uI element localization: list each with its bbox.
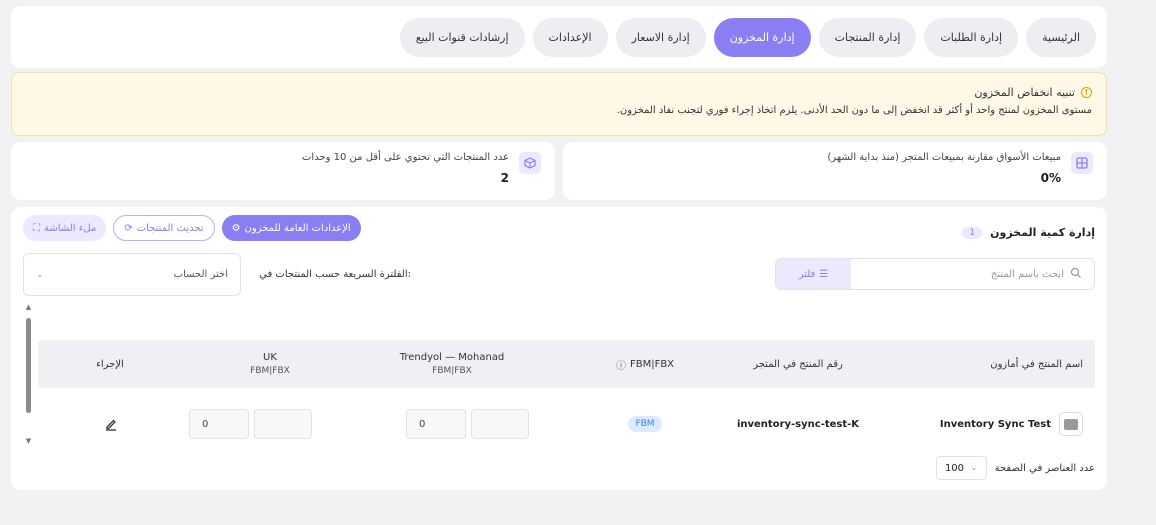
info-icon: ⓘ [615, 360, 626, 372]
filter-label: فلتر [798, 268, 816, 280]
col-action: الإجراء [96, 358, 124, 370]
fullscreen-button[interactable]: ⛶ ملء الشاشة [23, 215, 107, 241]
uk-fbm-qty-input[interactable]: 0 [189, 409, 249, 439]
tab-settings[interactable]: الإعدادات [532, 18, 608, 57]
fulfillment-badge: FBM [628, 416, 662, 432]
product-image [1059, 412, 1083, 436]
tab-orders[interactable]: إدارة الطلبات [924, 18, 1019, 57]
product-cell: Inventory Sync Test [940, 403, 1083, 445]
grid-icon [1071, 152, 1093, 174]
tab-home[interactable]: الرئيسية [1026, 18, 1096, 57]
search-icon [1070, 267, 1081, 278]
account-select[interactable]: اختر الحساب ⌄ [23, 253, 241, 296]
account-select-value: اختر الحساب [173, 269, 228, 280]
stat-card-low-stock: عدد المنتجات التي تحتوي على أقل من 10 وح… [11, 142, 555, 200]
page-size-value: 100 [944, 462, 965, 474]
filter-button[interactable]: ☰ فلتر [776, 259, 851, 289]
filter-icon: ☰ [819, 268, 829, 280]
chevron-down-icon: ⌄ [36, 269, 44, 280]
search-input[interactable] [851, 259, 1094, 289]
table-row: Inventory Sync Test inventory-sync-test-… [38, 403, 1095, 445]
panel-title: إدارة كمية المخزون [990, 226, 1095, 239]
inventory-settings-button[interactable]: ⚙ الإعدادات العامة للمخزون [221, 215, 361, 241]
tab-prices[interactable]: إدارة الاسعار [615, 18, 706, 57]
stat-card-sales: مبيعات الأسواق مقارنة بمبيعات المتجر (من… [563, 142, 1107, 200]
col-trendyol: Trendyol — Mohanad FBM|FBX [399, 352, 505, 376]
tab-inventory[interactable]: إدارة المخزون [713, 18, 811, 57]
warning-icon: ! [1081, 87, 1092, 98]
stat-value: 2 [500, 171, 509, 185]
nav-tabs: الرئيسية إدارة الطلبات إدارة المنتجات إد… [399, 18, 1096, 57]
scroll-thumb[interactable] [26, 318, 31, 413]
store-sku: inventory-sync-test-K [736, 418, 860, 430]
gear-icon: ⚙ [231, 222, 241, 234]
low-stock-alert: ! تنبيه انخفاض المخزون مستوى المخزون لمن… [11, 72, 1107, 136]
tab-products[interactable]: إدارة المنتجات [818, 18, 917, 57]
trendyol-fbm-qty-input[interactable]: 0 [406, 409, 466, 439]
table-header: اسم المنتج في أمازون رقم المنتج في المتج… [38, 340, 1095, 388]
vertical-scrollbar[interactable]: ▲ ▼ [25, 304, 32, 445]
count-badge: 1 [962, 226, 983, 239]
stat-value: 0% [1040, 171, 1061, 185]
settings-label: الإعدادات العامة للمخزون [244, 222, 351, 234]
page-size-label: عدد العناصر في الصفحة [994, 462, 1095, 474]
trendyol-fbx-qty-input[interactable] [471, 409, 529, 439]
chevron-down-icon: ⌄ [970, 463, 978, 473]
pagination: عدد العناصر في الصفحة 100 ⌄ [935, 456, 1095, 480]
edit-icon[interactable] [104, 417, 118, 431]
col-store-sku: رقم المنتج في المتجر [753, 358, 843, 370]
refresh-label: تحديث المنتجات [136, 222, 204, 234]
stat-label: مبيعات الأسواق مقارنة بمبيعات المتجر (من… [827, 152, 1061, 163]
search-bar: ☰ فلتر [775, 258, 1095, 290]
box-icon [519, 152, 541, 174]
inventory-management-panel: إدارة كمية المخزون 1 ⛶ ملء الشاشة ⟳ تحدي… [11, 207, 1107, 490]
scroll-up-icon[interactable]: ▲ [25, 304, 32, 311]
fullscreen-label: ملء الشاشة [44, 222, 97, 234]
quick-filter-label: :الفلترة السريعة حسب المنتجات في [259, 269, 411, 280]
expand-icon: ⛶ [33, 222, 40, 234]
refresh-icon: ⟳ [124, 222, 133, 234]
refresh-products-button[interactable]: ⟳ تحديث المنتجات [113, 215, 215, 241]
col-product-name: اسم المنتج في أمازون [990, 358, 1083, 370]
uk-fbx-qty-input[interactable] [254, 409, 312, 439]
scroll-down-icon[interactable]: ▼ [25, 438, 32, 445]
col-fbm-fbx: ⓘ FBM|FBX [615, 358, 675, 372]
page-size-select[interactable]: 100 ⌄ [935, 456, 987, 480]
top-nav: الرئيسية إدارة الطلبات إدارة المنتجات إد… [11, 6, 1107, 68]
col-uk: UK FBM|FBX [250, 352, 290, 376]
alert-text: مستوى المخزون لمنتج واحد أو أكثر قد انخف… [616, 105, 1092, 116]
alert-title: تنبيه انخفاض المخزون [974, 86, 1075, 99]
product-name: Inventory Sync Test [939, 418, 1051, 430]
stat-label: عدد المنتجات التي تحتوي على أقل من 10 وح… [302, 152, 509, 163]
tab-sales-channels-guide[interactable]: إرشادات قنوات البيع [399, 18, 525, 57]
